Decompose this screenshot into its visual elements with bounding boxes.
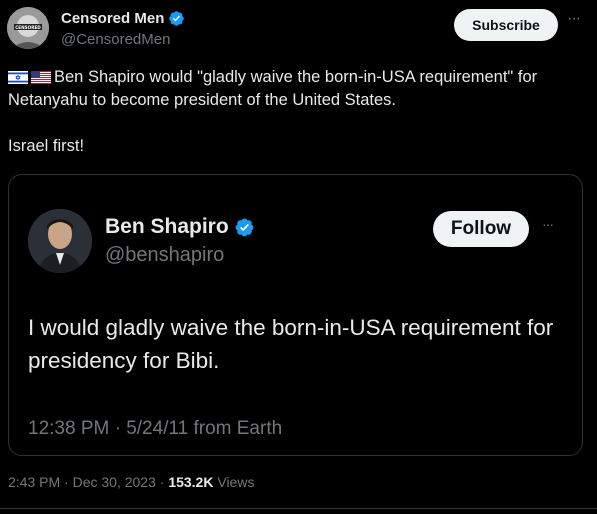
- author-avatar[interactable]: CENSORED: [7, 7, 49, 49]
- person-photo-icon: [28, 209, 92, 273]
- views-label: Views: [213, 474, 255, 490]
- author-name-row[interactable]: Censored Men: [61, 10, 185, 27]
- verified-badge-icon: [169, 11, 185, 26]
- quoted-handle: @benshapiro: [105, 244, 225, 266]
- quoted-follow-button: Follow: [433, 211, 529, 247]
- quoted-meta: 12:38 PM · 5/24/11 from Earth: [28, 418, 283, 439]
- quoted-name: Ben Shapiro: [105, 215, 229, 238]
- view-count: 153.2K: [168, 474, 214, 490]
- quoted-more-icon: ···: [542, 216, 554, 232]
- quoted-avatar: [28, 209, 92, 273]
- more-options-icon[interactable]: ···: [567, 11, 585, 32]
- post-meta: 2:43 PM · Dec 30, 2023 · 153.2K Views: [8, 474, 254, 490]
- quoted-tweet-image[interactable]: Ben Shapiro @benshapiro Follow ··· I wou…: [8, 174, 583, 456]
- author-name[interactable]: Censored Men: [61, 10, 164, 27]
- tweet-line-2: Israel first!: [8, 137, 85, 155]
- quoted-name-row: Ben Shapiro: [105, 215, 255, 239]
- avatar-censored-text: CENSORED: [15, 25, 41, 30]
- post-timestamp[interactable]: 2:43 PM · Dec 30, 2023 ·: [8, 474, 168, 490]
- subscribe-button[interactable]: Subscribe: [454, 9, 558, 41]
- tweet-line-1: Ben Shapiro would "gladly waive the born…: [8, 68, 538, 109]
- israel-flag-icon: [8, 71, 28, 84]
- usa-flag-icon: [31, 71, 51, 84]
- tweet-text: Ben Shapiro would "gladly waive the born…: [8, 66, 583, 158]
- divider: [0, 508, 597, 509]
- quoted-text: I would gladly waive the born-in-USA req…: [28, 315, 554, 373]
- author-handle[interactable]: @CensoredMen: [61, 31, 170, 48]
- quoted-verified-badge-icon: [235, 218, 254, 236]
- censored-logo-icon: CENSORED: [7, 7, 49, 49]
